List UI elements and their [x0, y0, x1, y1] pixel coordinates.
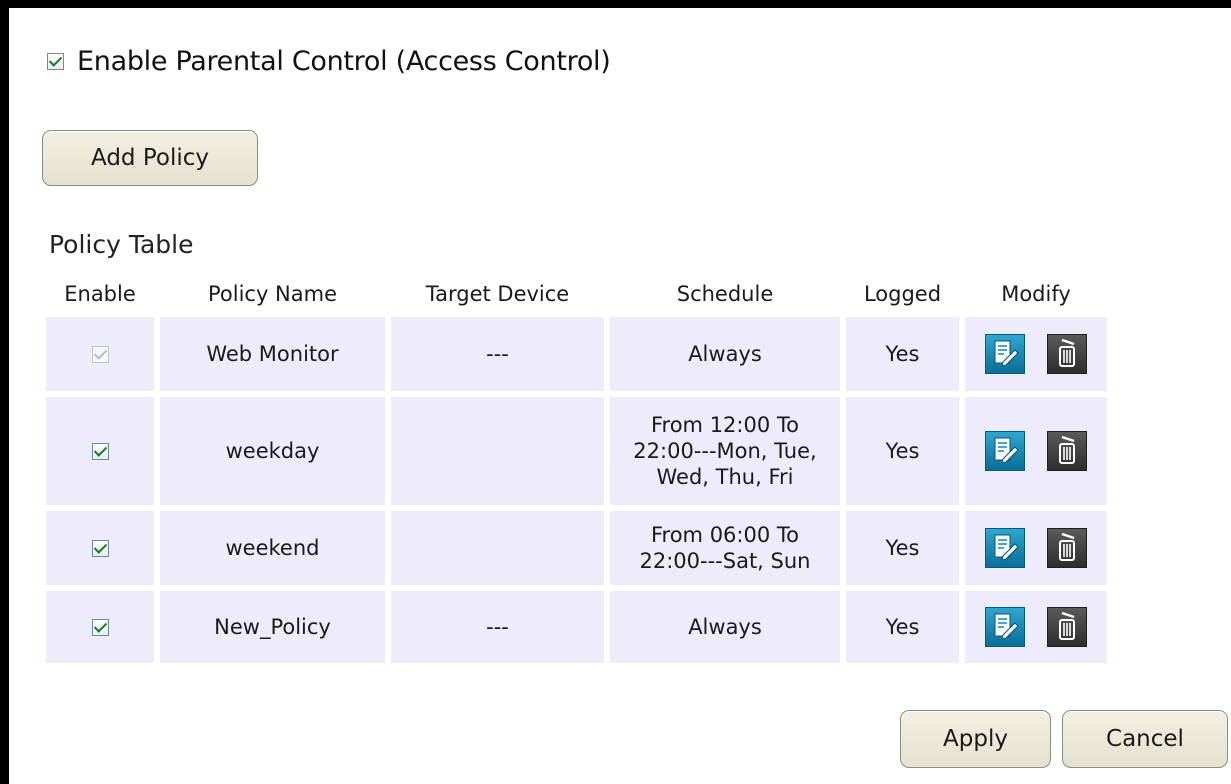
logged-cell: Yes	[846, 317, 959, 391]
checkmark-icon	[93, 345, 107, 360]
schedule-cell: From 12:00 To 22:00---Mon, Tue, Wed, Thu…	[610, 397, 840, 505]
schedule-cell: From 06:00 To 22:00---Sat, Sun	[610, 511, 840, 585]
enable-parental-control-row[interactable]: Enable Parental Control (Access Control)	[47, 43, 611, 79]
page-frame: Enable Parental Control (Access Control)…	[0, 0, 1231, 784]
policy-name-cell: New_Policy	[160, 591, 385, 663]
trash-icon[interactable]	[1047, 334, 1087, 374]
table-row: Web Monitor --- Always Yes	[9, 317, 1231, 391]
column-header-logged: Logged	[863, 282, 942, 306]
modify-cell	[965, 511, 1107, 585]
trash-icon[interactable]	[1047, 431, 1087, 471]
row-enable-checkbox	[91, 345, 109, 363]
modify-cell	[965, 591, 1107, 663]
modify-cell	[965, 397, 1107, 505]
target-device-cell: ---	[391, 317, 604, 391]
enable-cell	[46, 317, 154, 391]
checkmark-icon	[93, 539, 107, 554]
column-header-target-device: Target Device	[425, 282, 570, 306]
enable-cell	[46, 511, 154, 585]
policy-table-title: Policy Table	[49, 230, 194, 259]
trash-icon[interactable]	[1047, 528, 1087, 568]
enable-parental-control-label: Enable Parental Control (Access Control)	[77, 45, 611, 77]
table-row: weekday From 12:00 To 22:00---Mon, Tue, …	[9, 397, 1231, 505]
policy-name-cell: weekend	[160, 511, 385, 585]
schedule-cell: Always	[610, 317, 840, 391]
logged-cell: Yes	[846, 397, 959, 505]
policy-name-cell: Web Monitor	[160, 317, 385, 391]
column-header-enable: Enable	[64, 282, 136, 306]
logged-cell: Yes	[846, 591, 959, 663]
apply-button[interactable]: Apply	[900, 710, 1051, 768]
add-policy-button[interactable]: Add Policy	[42, 130, 258, 186]
logged-cell: Yes	[846, 511, 959, 585]
edit-icon[interactable]	[985, 607, 1025, 647]
trash-icon[interactable]	[1047, 607, 1087, 647]
checkmark-icon	[48, 52, 63, 67]
target-device-cell	[391, 511, 604, 585]
schedule-cell: Always	[610, 591, 840, 663]
enable-cell	[46, 397, 154, 505]
row-enable-checkbox[interactable]	[91, 539, 109, 557]
column-header-policy-name: Policy Name	[207, 282, 338, 306]
checkmark-icon	[93, 618, 107, 633]
checkmark-icon	[93, 442, 107, 457]
edit-icon[interactable]	[985, 334, 1025, 374]
column-header-schedule: Schedule	[676, 282, 774, 306]
cancel-button[interactable]: Cancel	[1062, 710, 1228, 768]
enable-cell	[46, 591, 154, 663]
table-row: New_Policy --- Always Yes	[9, 591, 1231, 663]
row-enable-checkbox[interactable]	[91, 618, 109, 636]
enable-parental-control-checkbox[interactable]	[47, 52, 64, 70]
modify-cell	[965, 317, 1107, 391]
target-device-cell: ---	[391, 591, 604, 663]
policy-name-cell: weekday	[160, 397, 385, 505]
policy-table-header: Enable Policy Name Target Device Schedul…	[9, 276, 1231, 312]
row-enable-checkbox[interactable]	[91, 442, 109, 460]
edit-icon[interactable]	[985, 431, 1025, 471]
target-device-cell	[391, 397, 604, 505]
table-row: weekend From 06:00 To 22:00---Sat, Sun Y…	[9, 511, 1231, 585]
column-header-modify: Modify	[1001, 282, 1071, 306]
edit-icon[interactable]	[985, 528, 1025, 568]
